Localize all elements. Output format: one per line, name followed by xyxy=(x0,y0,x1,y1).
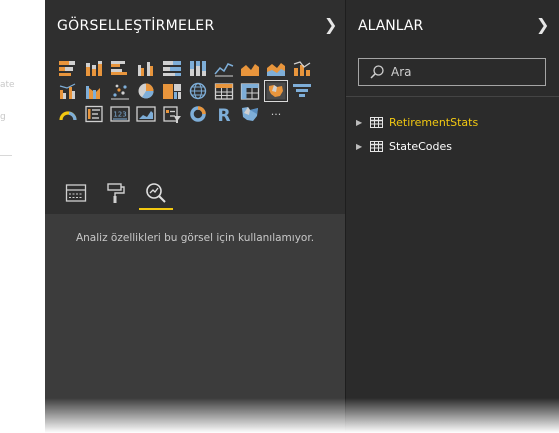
matrix-icon xyxy=(240,82,260,100)
line-stacked-column-chart-icon xyxy=(293,60,311,76)
table-item-retirementstats[interactable]: ▶ RetirementStats xyxy=(356,110,478,134)
area-chart-button[interactable] xyxy=(237,56,263,79)
table-item-statecodes[interactable]: ▶ StateCodes xyxy=(356,134,478,158)
card-button[interactable]: 123 xyxy=(107,102,133,125)
visual-gallery: 123 R ··· xyxy=(55,56,315,125)
chevron-right-icon[interactable]: ❯ xyxy=(536,15,549,35)
table-label: StateCodes xyxy=(389,139,453,153)
r-visual-icon: R xyxy=(217,106,230,123)
100-stacked-bar-chart-button[interactable] xyxy=(159,56,185,79)
left-canvas-edge: ate g xyxy=(0,0,45,433)
funnel-chart-button[interactable] xyxy=(289,79,315,102)
filled-map-button[interactable] xyxy=(263,79,289,102)
visualizations-pane: GÖRSELLEŞTİRMELER ❯ 123 R ··· Analiz öze… xyxy=(45,0,345,433)
fields-tab[interactable] xyxy=(59,178,93,208)
analytics-magnifier-icon xyxy=(146,183,166,203)
card-icon-text: 123 xyxy=(113,110,126,118)
stacked-bar-chart-button[interactable] xyxy=(55,56,81,79)
donut-chart-button[interactable] xyxy=(185,102,211,125)
slicer-icon xyxy=(163,105,181,123)
stacked-column-chart-icon xyxy=(86,60,102,76)
chevron-right-icon[interactable]: ❯ xyxy=(324,15,337,35)
clustered-column-chart-icon xyxy=(138,61,153,76)
pie-chart-icon xyxy=(138,83,154,98)
globe-map-button[interactable] xyxy=(185,79,211,102)
clustered-bar-chart-icon xyxy=(111,60,127,75)
fields-divider xyxy=(346,96,559,97)
line-clustered-column-chart-icon xyxy=(59,82,76,99)
format-tab[interactable] xyxy=(99,178,133,208)
line-stacked-column-chart-button[interactable] xyxy=(289,56,315,79)
stacked-area-chart-icon xyxy=(267,62,285,76)
paint-roller-icon xyxy=(107,183,125,203)
analytics-tab[interactable] xyxy=(139,178,173,210)
clustered-column-chart-button[interactable] xyxy=(133,56,159,79)
table-button[interactable] xyxy=(211,79,237,102)
clustered-bar-chart-button[interactable] xyxy=(107,56,133,79)
search-placeholder: Ara xyxy=(391,65,412,79)
shape-map-button[interactable] xyxy=(237,102,263,125)
gauge-button[interactable] xyxy=(55,102,81,125)
kpi-icon xyxy=(136,105,156,122)
100-stacked-bar-chart-icon xyxy=(163,60,181,76)
line-clustered-column-chart-button[interactable] xyxy=(55,79,81,102)
table-icon xyxy=(370,140,383,152)
stacked-column-chart-button[interactable] xyxy=(81,56,107,79)
more-visuals-icon: ··· xyxy=(271,108,282,121)
search-icon xyxy=(370,65,384,79)
left-fragment-line xyxy=(0,155,12,156)
filled-map-icon xyxy=(264,79,288,102)
slicer-button[interactable] xyxy=(159,102,185,125)
kpi-button[interactable] xyxy=(133,102,159,125)
fields-tree: ▶ RetirementStats ▶ StateCodes xyxy=(356,110,478,158)
ribbon-chart-button[interactable] xyxy=(81,79,107,102)
stacked-area-chart-button[interactable] xyxy=(263,56,289,79)
shape-map-icon xyxy=(242,106,258,121)
line-chart-icon xyxy=(214,62,234,76)
matrix-button[interactable] xyxy=(237,79,263,102)
expand-arrow-icon[interactable]: ▶ xyxy=(356,142,366,151)
multi-row-card-button[interactable] xyxy=(81,102,107,125)
gauge-icon xyxy=(59,110,77,120)
treemap-button[interactable] xyxy=(159,79,185,102)
r-visual-button[interactable]: R xyxy=(211,102,237,125)
card-icon: 123 xyxy=(110,105,130,122)
area-chart-icon xyxy=(241,63,259,76)
globe-map-icon xyxy=(189,82,207,99)
visualizations-title: GÖRSELLEŞTİRMELER xyxy=(57,18,215,34)
left-fragment-1: ate xyxy=(0,80,15,90)
more-icon-text: ··· xyxy=(271,108,282,121)
stacked-bar-chart-icon xyxy=(59,60,75,76)
more-visuals-button[interactable]: ··· xyxy=(263,102,289,125)
multi-row-card-icon xyxy=(85,105,103,122)
scatter-chart-button[interactable] xyxy=(107,79,133,102)
100-stacked-column-chart-button[interactable] xyxy=(185,56,211,79)
pie-chart-button[interactable] xyxy=(133,79,159,102)
table-icon xyxy=(370,116,383,128)
r-icon-text: R xyxy=(217,106,230,123)
scatter-chart-icon xyxy=(111,84,129,99)
line-chart-button[interactable] xyxy=(211,56,237,79)
fields-well-icon xyxy=(65,184,87,202)
left-fragment-2: g xyxy=(0,112,6,122)
analytics-unavailable-message: Analiz özellikleri bu görsel için kullan… xyxy=(75,232,315,244)
fields-search-input[interactable]: Ara xyxy=(358,58,546,86)
treemap-icon xyxy=(163,83,181,99)
100-stacked-column-chart-icon xyxy=(190,60,206,76)
expand-arrow-icon[interactable]: ▶ xyxy=(356,118,366,127)
funnel-chart-icon xyxy=(293,83,311,97)
visual-settings-panel: Analiz özellikleri bu görsel için kullan… xyxy=(45,170,345,433)
donut-chart-icon xyxy=(190,105,206,122)
fields-title: ALANLAR xyxy=(358,18,424,34)
table-icon xyxy=(214,82,234,100)
fields-pane: ALANLAR ❯ Ara ▶ RetirementStats ▶ StateC… xyxy=(345,0,559,433)
visual-settings-tabs xyxy=(45,170,345,214)
ribbon-chart-icon xyxy=(86,85,100,99)
table-label: RetirementStats xyxy=(389,115,479,129)
